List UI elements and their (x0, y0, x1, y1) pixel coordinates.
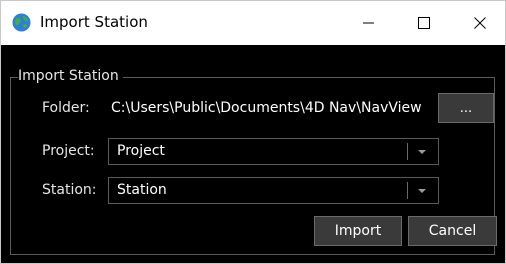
window-title: Import Station (40, 13, 148, 31)
station-select-value: Station (117, 182, 167, 198)
title-bar[interactable]: Import Station (1, 1, 505, 45)
import-station-dialog: Import Station Import Station Folder: C:… (0, 0, 506, 264)
minimize-icon (363, 22, 374, 24)
project-select[interactable]: Project (108, 138, 439, 165)
project-select-value: Project (117, 143, 165, 159)
import-button[interactable]: Import (314, 216, 402, 246)
close-icon (474, 17, 486, 29)
maximize-icon (418, 17, 430, 29)
station-label: Station: (42, 182, 97, 198)
browse-button[interactable]: ... (438, 93, 494, 123)
chevron-down-icon[interactable] (414, 145, 430, 159)
combo-divider (407, 182, 408, 199)
folder-path: C:\Users\Public\Documents\4D Nav\NavView (111, 100, 422, 116)
chevron-down-icon[interactable] (414, 184, 430, 198)
folder-label: Folder: (42, 100, 90, 116)
maximize-button[interactable] (401, 1, 447, 45)
project-label: Project: (42, 143, 95, 159)
cancel-button[interactable]: Cancel (408, 216, 497, 246)
combo-divider (407, 143, 408, 160)
globe-icon (12, 13, 31, 32)
minimize-button[interactable] (346, 1, 392, 45)
station-select[interactable]: Station (108, 177, 439, 204)
close-button[interactable] (457, 1, 503, 45)
group-title: Import Station (18, 67, 123, 85)
